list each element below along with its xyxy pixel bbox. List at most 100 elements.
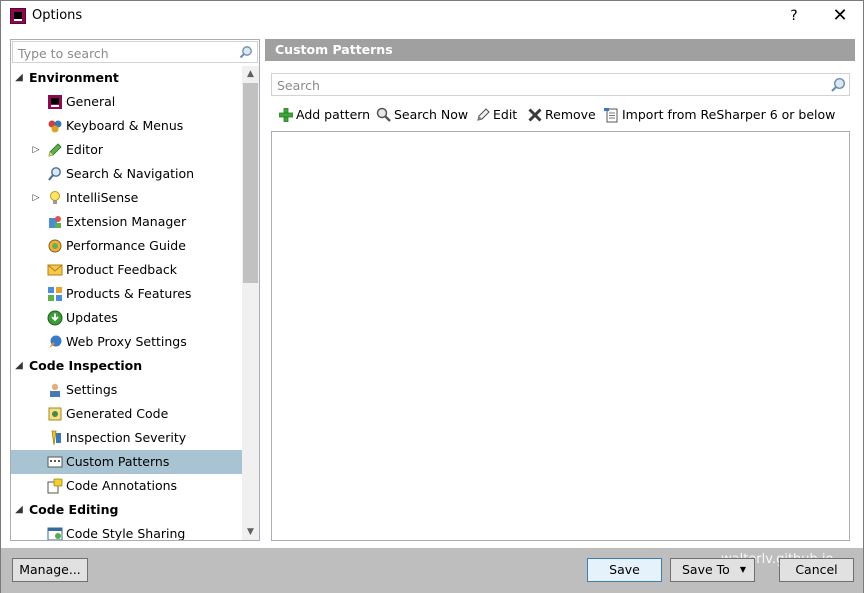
- tree-item-label: Updates: [66, 310, 118, 325]
- tree-item-performance-guide[interactable]: Performance Guide: [11, 234, 242, 258]
- updates-icon: [47, 310, 63, 326]
- remove-x-icon: [528, 108, 542, 122]
- performance-icon: [48, 239, 62, 253]
- import-label: Import from ReSharper 6 or below: [622, 107, 836, 122]
- tree-item-product-feedback[interactable]: Product Feedback: [11, 258, 242, 282]
- settings-user-icon: [50, 383, 60, 397]
- add-pattern-label: Add pattern: [296, 107, 371, 122]
- collapse-arrow-icon[interactable]: ◢: [13, 66, 25, 90]
- tree-item-keyboard-menus[interactable]: Keyboard & Menus: [11, 114, 242, 138]
- tree-item-label: Code Annotations: [66, 478, 178, 493]
- tree-item-label: Inspection Severity: [66, 430, 187, 445]
- tree-item-label: Search & Navigation: [66, 166, 195, 181]
- close-button[interactable]: ✕: [817, 1, 863, 31]
- chevron-down-icon: ▼: [739, 565, 746, 574]
- window-title: Options: [32, 8, 83, 23]
- tree-item-web-proxy-settings[interactable]: Web Proxy Settings: [11, 330, 242, 354]
- help-button[interactable]: ?: [771, 1, 817, 31]
- search-now-icon: [376, 107, 391, 122]
- resharper-icon: [48, 95, 62, 109]
- save-button[interactable]: Save: [587, 558, 662, 582]
- severity-icon: [51, 430, 61, 446]
- pencil-icon: [477, 108, 490, 121]
- tree-item-extension-manager[interactable]: Extension Manager: [11, 210, 242, 234]
- tree-group-label: Environment: [29, 70, 119, 85]
- collapse-arrow-icon[interactable]: ◢: [13, 354, 25, 378]
- custom-patterns-list[interactable]: [271, 131, 850, 541]
- tree-item-label: General: [66, 94, 116, 109]
- tree-item-label: Code Style Sharing: [66, 526, 186, 540]
- settings-tree-pane: Type to search ◢ Environment General Keyboa…: [10, 39, 260, 541]
- tree-group-label: Code Editing: [29, 502, 119, 517]
- tree-item-custom-patterns[interactable]: Custom Patterns: [11, 450, 242, 474]
- tree-group-label: Code Inspection: [29, 358, 143, 373]
- tree-item-label: IntelliSense: [66, 190, 139, 205]
- tree-item-label: Editor: [66, 142, 103, 157]
- page-title: Custom Patterns: [265, 39, 855, 61]
- tree-group-code-inspection[interactable]: ◢ Code Inspection: [11, 354, 242, 378]
- tree-item-general[interactable]: General: [11, 90, 242, 114]
- tree-item-products-features[interactable]: Products & Features: [11, 282, 242, 306]
- dialog-footer: Manage... walterlv.github.io Save Save T…: [1, 548, 863, 593]
- tree-item-intellisense[interactable]: ▷ IntelliSense: [11, 186, 242, 210]
- pencil-icon: [48, 143, 62, 157]
- save-to-button[interactable]: Save To ▼: [670, 558, 755, 582]
- generated-code-icon: [48, 407, 62, 421]
- patterns-search-placeholder: Search: [277, 78, 320, 93]
- tree-item-label: Generated Code: [66, 406, 169, 421]
- search-icon: [831, 77, 846, 92]
- products-icon: [48, 287, 62, 301]
- tree-item-label: Keyboard & Menus: [66, 118, 184, 133]
- tree-scrollbar[interactable]: ▲ ▼: [242, 66, 259, 540]
- tree-item-label: Performance Guide: [66, 238, 186, 253]
- cancel-button[interactable]: Cancel: [779, 558, 854, 582]
- keyboard-icon: [48, 120, 62, 133]
- resharper-app-icon: [10, 8, 26, 24]
- scroll-up-arrow-icon[interactable]: ▲: [242, 66, 259, 82]
- settings-search-placeholder: Type to search: [18, 46, 109, 61]
- custom-patterns-icon: [47, 456, 63, 468]
- tree-item-code-annotations[interactable]: Code Annotations: [11, 474, 242, 498]
- proxy-icon: [49, 335, 62, 348]
- extension-icon: [49, 216, 61, 228]
- manage-button[interactable]: Manage...: [12, 558, 88, 582]
- expand-arrow-icon[interactable]: ▷: [30, 138, 42, 162]
- search-now-label: Search Now: [394, 107, 469, 122]
- collapse-arrow-icon[interactable]: ◢: [13, 498, 25, 522]
- tree-item-label: Products & Features: [66, 286, 192, 301]
- code-style-icon: [47, 527, 63, 540]
- plus-icon: [279, 108, 293, 122]
- magnifier-icon: [48, 167, 61, 181]
- tree-item-settings[interactable]: Settings: [11, 378, 242, 402]
- tree-item-label: Extension Manager: [66, 214, 187, 229]
- envelope-icon: [47, 264, 63, 276]
- scroll-down-arrow-icon[interactable]: ▼: [242, 524, 259, 540]
- patterns-search-input[interactable]: Search: [271, 73, 850, 96]
- tree-item-label: Custom Patterns: [66, 454, 170, 469]
- scroll-thumb[interactable]: [243, 83, 258, 283]
- tree-item-code-style-sharing[interactable]: Code Style Sharing: [11, 522, 242, 540]
- tree-item-search-navigation[interactable]: Search & Navigation: [11, 162, 242, 186]
- tree-group-environment[interactable]: ◢ Environment: [11, 66, 242, 90]
- lightbulb-icon: [50, 191, 60, 204]
- annotations-icon: [47, 478, 63, 494]
- tree-item-label: Web Proxy Settings: [66, 334, 187, 349]
- settings-tree: ◢ Environment General Keyboard & Menus ▷ Edit…: [11, 66, 242, 540]
- save-to-label: Save To: [682, 562, 730, 577]
- patterns-toolbar: Add pattern Search Now Edit Remove Impor…: [271, 103, 850, 127]
- tree-item-label: Product Feedback: [66, 262, 177, 277]
- search-icon: [239, 46, 252, 59]
- tree-item-editor[interactable]: ▷ Editor: [11, 138, 242, 162]
- tree-item-inspection-severity[interactable]: Inspection Severity: [11, 426, 242, 450]
- title-bar: Options ? ✕: [1, 1, 863, 32]
- edit-label: Edit: [493, 107, 518, 122]
- options-window: Options ? ✕ Type to search ◢ Environment G…: [0, 0, 864, 593]
- tree-item-label: Settings: [66, 382, 118, 397]
- tree-group-code-editing[interactable]: ◢ Code Editing: [11, 498, 242, 522]
- settings-search-input[interactable]: Type to search: [12, 41, 258, 63]
- tree-item-updates[interactable]: Updates: [11, 306, 242, 330]
- remove-label: Remove: [545, 107, 596, 122]
- tree-item-generated-code[interactable]: Generated Code: [11, 402, 242, 426]
- expand-arrow-icon[interactable]: ▷: [30, 186, 42, 210]
- import-document-icon: [604, 108, 618, 123]
